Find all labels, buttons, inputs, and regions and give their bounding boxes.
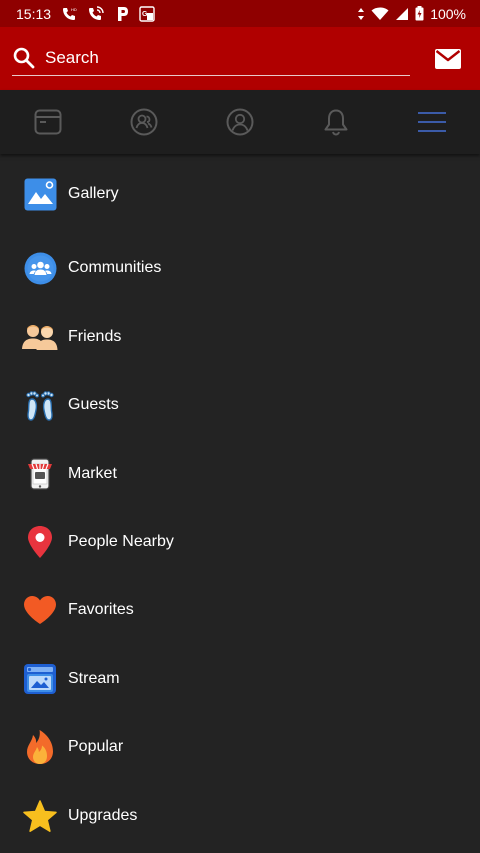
menu-item-label: People Nearby — [68, 533, 174, 550]
profile-icon — [226, 108, 254, 136]
menu-item-upgrades[interactable]: Upgrades — [0, 786, 480, 846]
hd-call-icon: HD — [61, 6, 77, 22]
menu-item-label: Guests — [68, 396, 119, 413]
tab-bar — [0, 90, 480, 154]
menu-item-stream[interactable]: Stream — [0, 649, 480, 709]
search-field[interactable] — [12, 41, 410, 76]
menu-item-label: Communities — [68, 259, 162, 276]
menu-item-label: Upgrades — [68, 807, 138, 824]
location-pin-icon — [22, 524, 58, 560]
communities-icon — [22, 250, 58, 286]
battery-icon — [415, 6, 424, 21]
feed-icon — [34, 109, 62, 135]
friends-icon — [22, 319, 58, 355]
menu-item-popular[interactable]: Popular — [0, 717, 480, 777]
menu-item-label: Popular — [68, 738, 124, 755]
data-arrows-icon — [357, 7, 365, 21]
menu-item-guests[interactable]: Guests — [0, 375, 480, 435]
hamburger-menu-icon — [418, 112, 446, 132]
search-input[interactable] — [45, 48, 385, 68]
flame-icon — [22, 729, 58, 765]
tab-profile[interactable] — [192, 90, 288, 154]
menu-item-label: Gallery — [68, 185, 119, 202]
heart-icon — [22, 592, 58, 628]
menu-item-communities[interactable]: Communities — [0, 238, 480, 298]
menu-item-label: Stream — [68, 670, 120, 687]
p-app-icon — [115, 6, 129, 22]
tab-notifications[interactable] — [288, 90, 384, 154]
messages-button[interactable] — [432, 45, 464, 73]
tab-menu[interactable] — [384, 90, 480, 154]
stream-icon — [22, 661, 58, 697]
menu-item-people-nearby[interactable]: People Nearby — [0, 512, 480, 572]
gallery-icon — [22, 176, 58, 212]
footprints-icon — [22, 387, 58, 423]
menu-item-label: Market — [68, 465, 117, 482]
svg-text:HD: HD — [71, 7, 77, 12]
star-icon — [22, 798, 58, 834]
wifi-call-icon — [87, 5, 105, 23]
translate-icon: G — [139, 5, 155, 22]
wifi-icon — [371, 7, 389, 21]
menu-item-label: Friends — [68, 328, 122, 345]
tab-contacts[interactable] — [96, 90, 192, 154]
search-icon — [13, 47, 35, 69]
tab-feed[interactable] — [0, 90, 96, 154]
menu-item-market[interactable]: Market — [0, 444, 480, 504]
signal-icon — [395, 7, 409, 21]
battery-percent: 100% — [430, 5, 466, 22]
bell-icon — [324, 109, 348, 136]
status-bar: 15:13 HD G 100% — [0, 0, 480, 27]
search-header — [0, 27, 480, 90]
status-time: 15:13 — [16, 5, 52, 22]
menu-item-gallery[interactable]: Gallery — [0, 164, 480, 224]
market-icon — [22, 456, 58, 492]
contacts-icon — [130, 108, 158, 136]
menu-item-label: Favorites — [68, 601, 134, 618]
mail-icon — [435, 49, 461, 69]
menu-item-friends[interactable]: Friends — [0, 307, 480, 367]
menu-item-favorites[interactable]: Favorites — [0, 580, 480, 640]
